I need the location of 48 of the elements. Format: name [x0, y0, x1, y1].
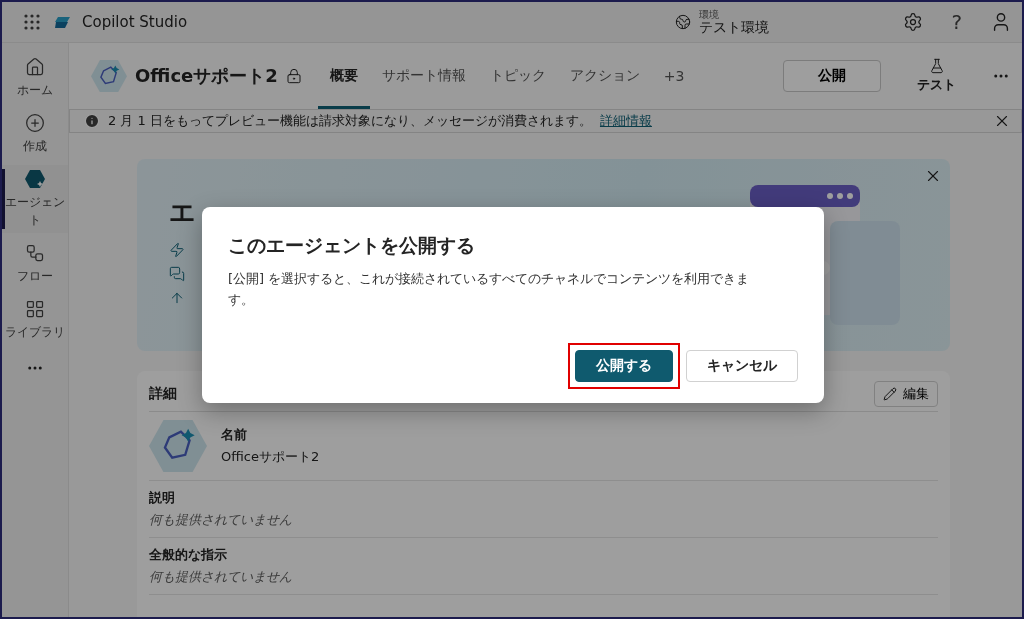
sidebar-item[interactable]: 作成 — [2, 109, 68, 159]
lightning-icon — [169, 242, 185, 258]
dialog-title: このエージェントを公開する — [228, 233, 476, 258]
app-title: Copilot Studio — [82, 13, 188, 31]
chat-icon — [169, 266, 185, 282]
banner-heading: エ — [169, 196, 197, 229]
settings-icon[interactable] — [903, 12, 924, 32]
environment-name[interactable]: テスト環境 — [699, 19, 770, 36]
sidebar-item[interactable]: ライブラリ — [2, 295, 68, 345]
cancel-button[interactable]: キャンセル — [686, 350, 798, 382]
field-label: 全般的な指示 — [149, 546, 228, 565]
tab[interactable]: アクション — [557, 43, 652, 109]
environment-icon — [675, 14, 692, 30]
info-icon — [84, 113, 100, 129]
tab[interactable]: +3 — [651, 43, 697, 109]
confirm-button[interactable]: 公開する — [575, 350, 673, 382]
arrow-up-icon — [169, 290, 185, 306]
agent-avatar-icon — [149, 420, 207, 473]
tab[interactable]: サポート情報 — [369, 43, 478, 109]
sidebar-item[interactable]: ホーム — [2, 53, 68, 103]
edit-button[interactable]: 編集 — [874, 381, 938, 407]
agent-icon — [91, 59, 127, 93]
sidebar-item[interactable]: フロー — [2, 239, 68, 289]
notice-text: 2 月 1 日をもってプレビュー機能は請求対象になり、メッセージが消費されます。 — [108, 112, 592, 130]
sidebar-item[interactable]: エージェント — [2, 165, 68, 233]
dialog-message: [公開] を選択すると、これが接続されているすべてのチャネルでコンテンツを利用できます。 — [228, 270, 751, 309]
tab[interactable]: トピック — [477, 43, 558, 109]
library-icon — [25, 299, 45, 319]
field-value: 何も提供されていません — [149, 511, 292, 530]
environment-label: 環境 — [699, 8, 721, 20]
agent-name: Officeサポート2 — [135, 64, 278, 88]
field-value: 何も提供されていません — [149, 568, 292, 587]
learn-more-link[interactable]: 詳細情報 — [599, 112, 652, 130]
field-value: Officeサポート2 — [221, 448, 320, 467]
agent-icon — [25, 169, 45, 189]
help-button[interactable]: ? — [947, 6, 966, 38]
card-title: 詳細 — [149, 385, 177, 403]
plus-icon — [25, 113, 45, 133]
publish-button[interactable]: 公開 — [783, 60, 881, 92]
pencil-icon — [883, 387, 897, 401]
home-icon — [25, 57, 45, 77]
lock-icon — [285, 68, 302, 84]
flow-icon — [25, 243, 45, 263]
field-label: 名前 — [221, 426, 248, 445]
app-launcher-icon[interactable] — [24, 14, 40, 30]
flask-icon — [928, 58, 945, 74]
field-label: 説明 — [149, 489, 176, 508]
test-button[interactable]: テスト — [911, 57, 962, 95]
